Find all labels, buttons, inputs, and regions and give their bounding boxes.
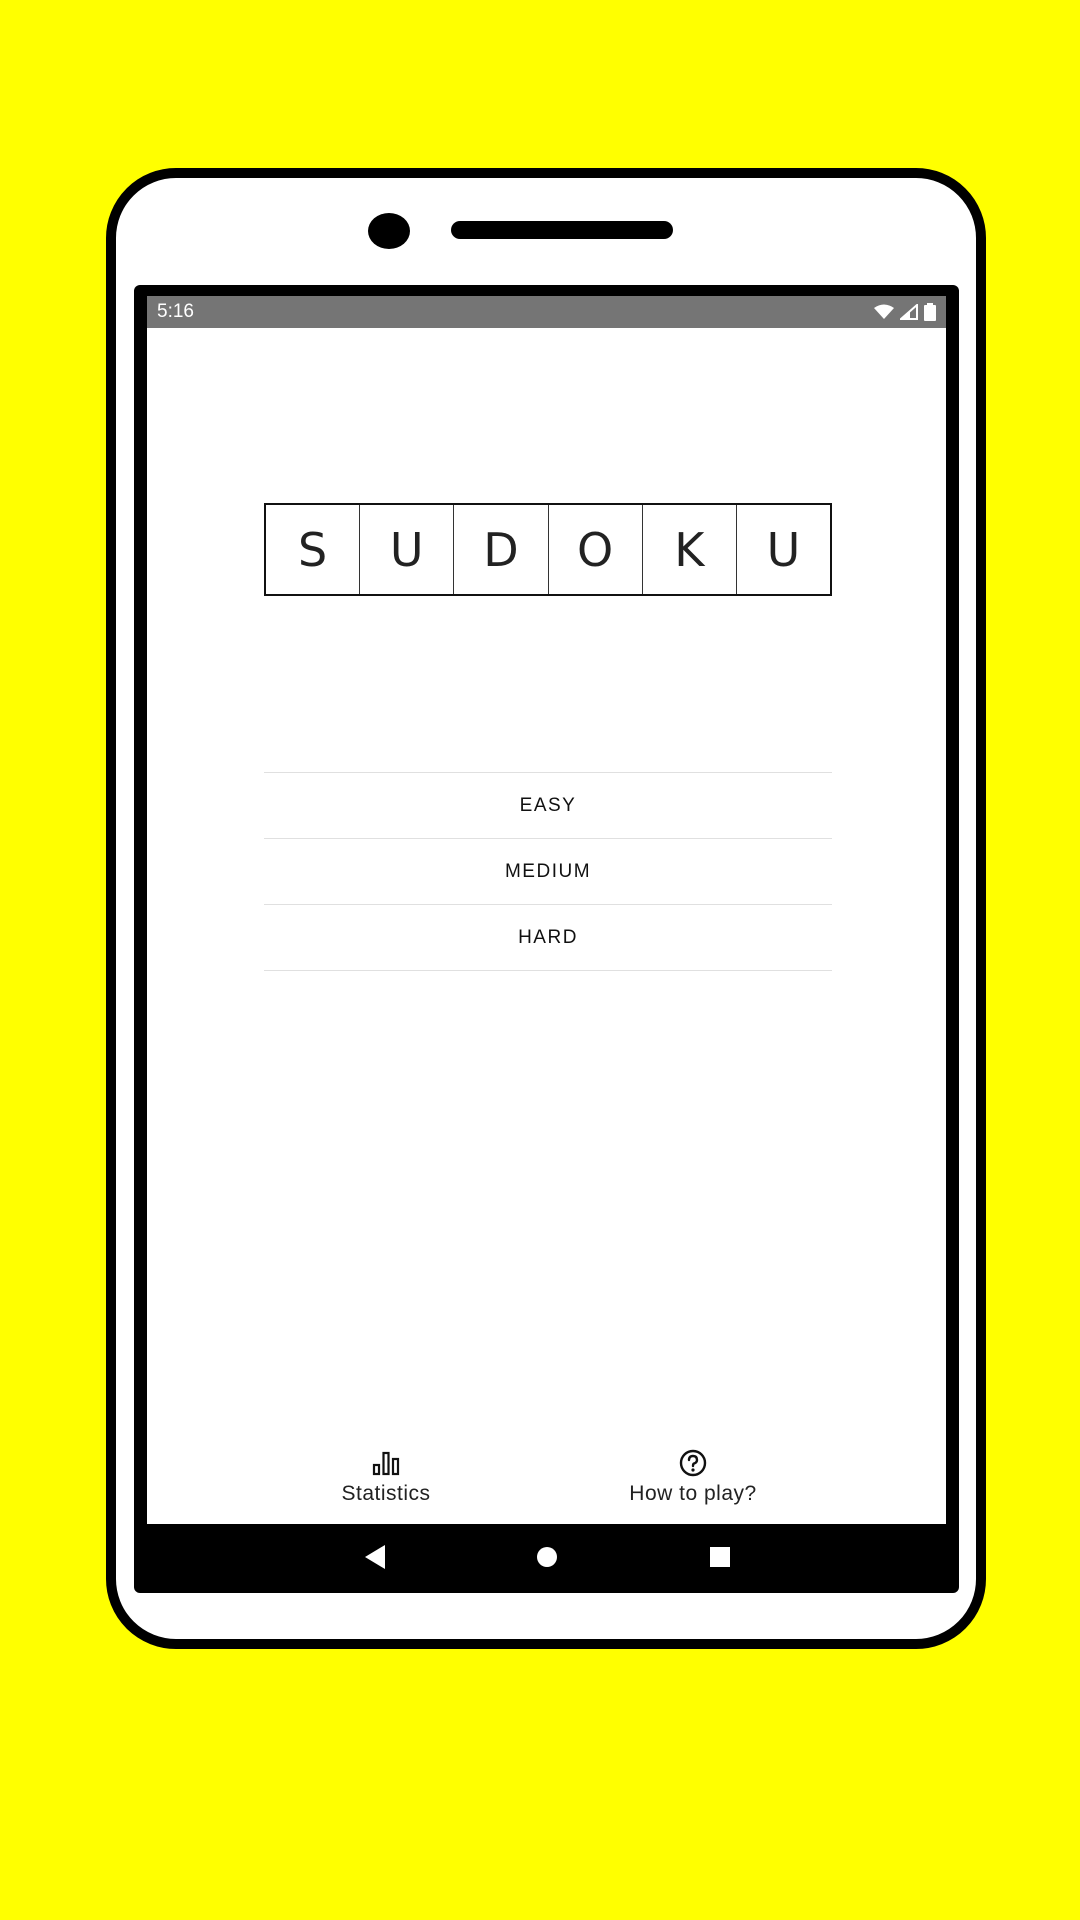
title-letter: U xyxy=(766,522,801,577)
earpiece-speaker xyxy=(451,221,673,239)
navigation-bar xyxy=(147,1524,946,1590)
sudoku-title: S U D O K U xyxy=(264,503,832,596)
cell-signal-icon xyxy=(900,304,918,320)
front-camera xyxy=(368,213,410,249)
home-icon[interactable] xyxy=(517,1524,577,1590)
how-to-play-button[interactable]: How to play? xyxy=(593,1448,793,1524)
title-letter: S xyxy=(266,505,361,594)
back-icon[interactable] xyxy=(345,1524,405,1590)
statistics-label: Statistics xyxy=(341,1482,431,1505)
hard-button[interactable]: HARD xyxy=(264,905,832,971)
statistics-button[interactable]: Statistics xyxy=(286,1448,486,1524)
title-letter: U xyxy=(360,505,455,594)
title-letter: O xyxy=(549,505,643,594)
recents-icon[interactable] xyxy=(690,1524,750,1590)
bottom-actions: Statistics How to play? xyxy=(147,1448,946,1524)
battery-icon xyxy=(924,303,936,321)
how-to-play-label: How to play? xyxy=(629,1482,757,1505)
status-bar: 5:16 xyxy=(147,296,946,328)
stage: 5:16 S U D O K U EASY MEDIUM HARD Statis… xyxy=(0,0,1080,1920)
easy-button[interactable]: EASY xyxy=(264,773,832,839)
wifi-icon xyxy=(874,304,894,319)
medium-button[interactable]: MEDIUM xyxy=(264,839,832,905)
app-screen: 5:16 S U D O K U EASY MEDIUM HARD Statis… xyxy=(147,296,946,1524)
bar-chart-icon xyxy=(372,1448,400,1478)
status-time: 5:16 xyxy=(157,301,194,322)
difficulty-list: EASY MEDIUM HARD xyxy=(264,772,832,971)
status-icons xyxy=(874,303,936,321)
title-letter: K xyxy=(643,505,737,594)
title-letter: D xyxy=(454,505,549,594)
help-circle-icon xyxy=(679,1448,707,1478)
